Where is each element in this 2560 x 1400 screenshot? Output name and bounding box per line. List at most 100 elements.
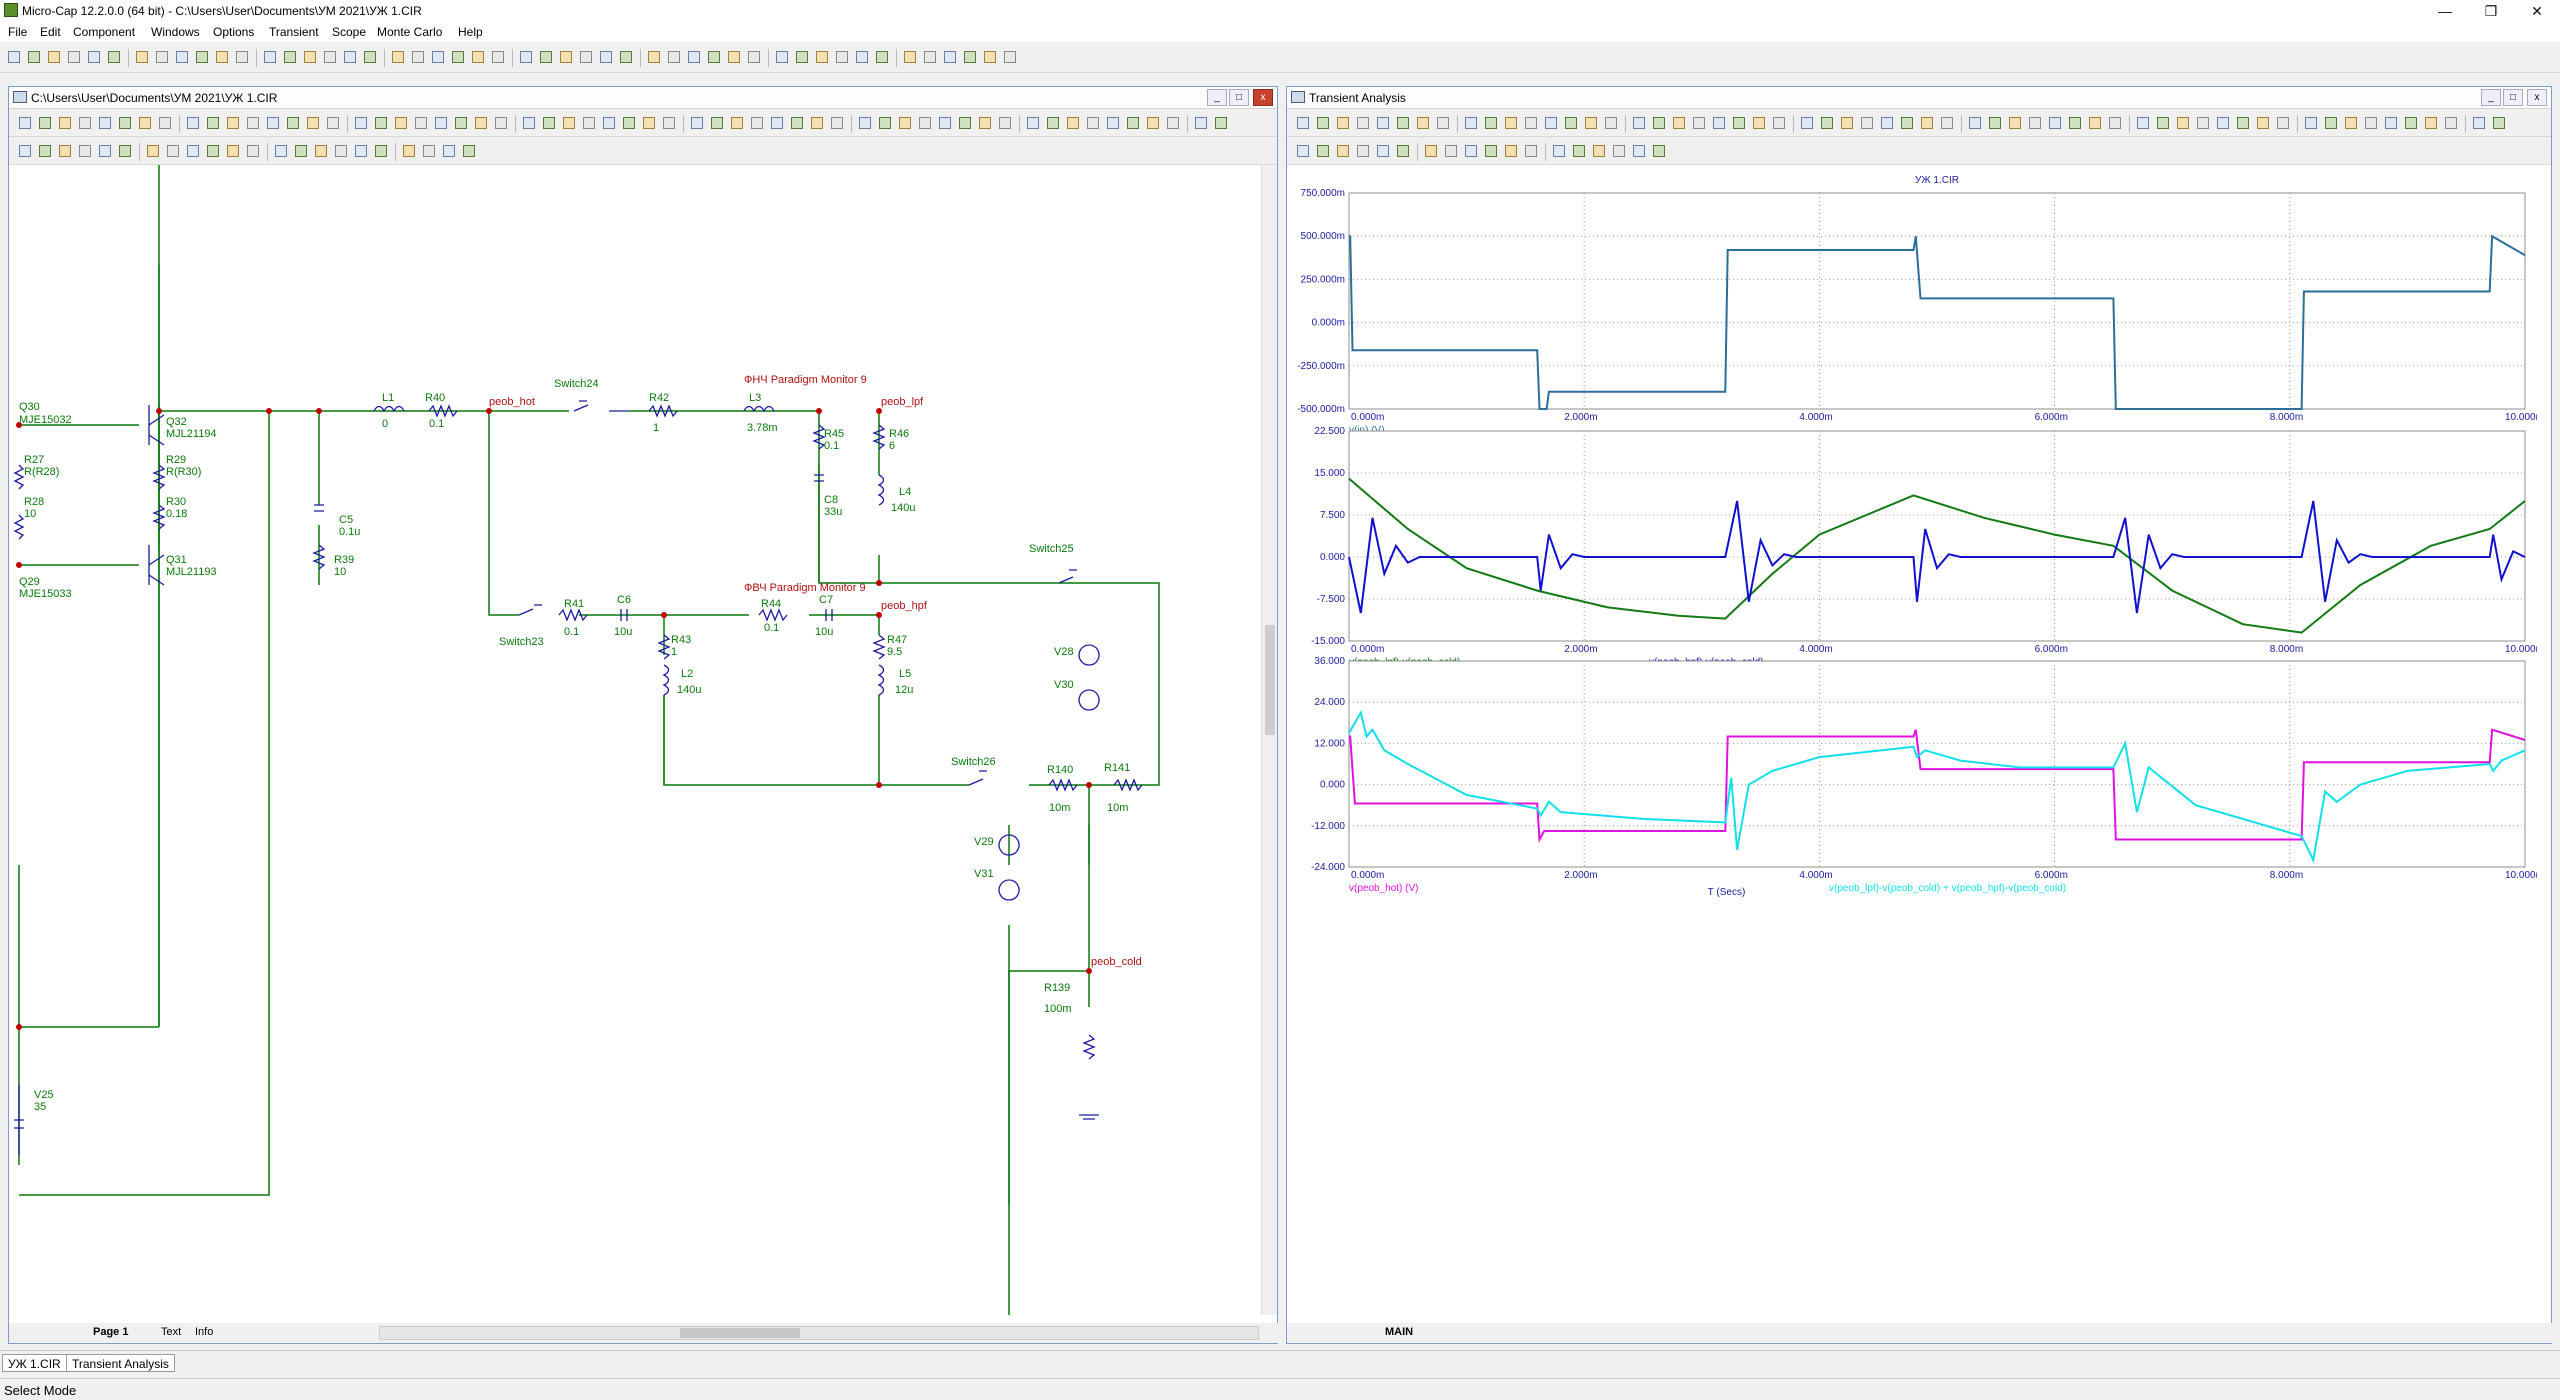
toolbar-button[interactable] [1523, 115, 1539, 131]
restore-button[interactable]: ❐ [2468, 0, 2514, 22]
toolbar-button[interactable] [185, 143, 201, 159]
toolbar-button[interactable] [106, 49, 122, 65]
toolbar-button[interactable] [450, 49, 466, 65]
toolbar-button[interactable] [333, 143, 349, 159]
toolbar-button[interactable] [2067, 115, 2083, 131]
toolbar-button[interactable] [521, 115, 537, 131]
menu-file[interactable]: File [8, 25, 27, 39]
toolbar-button[interactable] [1651, 115, 1667, 131]
toolbar-button[interactable] [854, 49, 870, 65]
toolbar-button[interactable] [262, 49, 278, 65]
schematic-close-button[interactable]: x [1253, 89, 1273, 106]
toolbar-button[interactable] [834, 49, 850, 65]
transient-minimize-button[interactable]: _ [2481, 89, 2501, 106]
toolbar-button[interactable] [1483, 143, 1499, 159]
toolbar-button[interactable] [353, 115, 369, 131]
toolbar-button[interactable] [857, 115, 873, 131]
toolbar-button[interactable] [1583, 115, 1599, 131]
toolbar-button[interactable] [814, 49, 830, 65]
toolbar-button[interactable] [6, 49, 22, 65]
toolbar-button[interactable] [66, 49, 82, 65]
schematic-hscrollbar[interactable] [379, 1326, 1259, 1340]
toolbar-button[interactable] [997, 115, 1013, 131]
toolbar-button[interactable] [342, 49, 358, 65]
toolbar-button[interactable] [729, 115, 745, 131]
toolbar-button[interactable] [373, 143, 389, 159]
toolbar-button[interactable] [1145, 115, 1161, 131]
toolbar-button[interactable] [666, 49, 682, 65]
toolbar-button[interactable] [1591, 143, 1607, 159]
toolbar-button[interactable] [413, 115, 429, 131]
toolbar-button[interactable] [2047, 115, 2063, 131]
toolbar-button[interactable] [578, 49, 594, 65]
toolbar-button[interactable] [749, 115, 765, 131]
minimize-button[interactable]: — [2422, 0, 2468, 22]
toolbar-button[interactable] [2403, 115, 2419, 131]
toolbar-button[interactable] [1967, 115, 1983, 131]
toolbar-button[interactable] [1651, 143, 1667, 159]
toolbar-button[interactable] [2343, 115, 2359, 131]
toolbar-button[interactable] [2235, 115, 2251, 131]
toolbar-button[interactable] [1335, 115, 1351, 131]
toolbar-button[interactable] [962, 49, 978, 65]
toolbar-button[interactable] [1711, 115, 1727, 131]
toolbar-button[interactable] [1193, 115, 1209, 131]
toolbar-button[interactable] [917, 115, 933, 131]
toolbar-button[interactable] [1603, 115, 1619, 131]
toolbar-button[interactable] [2215, 115, 2231, 131]
toolbar-button[interactable] [1105, 115, 1121, 131]
toolbar-button[interactable] [57, 115, 73, 131]
close-button[interactable]: ✕ [2514, 0, 2560, 22]
toolbar-button[interactable] [1731, 115, 1747, 131]
toolbar-button[interactable] [686, 49, 702, 65]
schematic-hscroll-thumb[interactable] [680, 1328, 800, 1338]
toolbar-button[interactable] [942, 49, 958, 65]
toolbar-button[interactable] [245, 115, 261, 131]
menu-scope[interactable]: Scope [332, 25, 366, 39]
toolbar-button[interactable] [1503, 143, 1519, 159]
toolbar-button[interactable] [902, 49, 918, 65]
toolbar-button[interactable] [157, 115, 173, 131]
toolbar-button[interactable] [430, 49, 446, 65]
doc-tab-circuit[interactable]: УЖ 1.CIR [2, 1354, 67, 1372]
toolbar-button[interactable] [165, 143, 181, 159]
toolbar-button[interactable] [1859, 115, 1875, 131]
toolbar-button[interactable] [17, 115, 33, 131]
toolbar-button[interactable] [17, 143, 33, 159]
toolbar-button[interactable] [1551, 143, 1567, 159]
toolbar-button[interactable] [1819, 115, 1835, 131]
tab-info[interactable]: Info [191, 1325, 217, 1341]
toolbar-button[interactable] [373, 115, 389, 131]
toolbar-button[interactable] [2255, 115, 2271, 131]
toolbar-button[interactable] [401, 143, 417, 159]
menu-transient[interactable]: Transient [269, 25, 319, 39]
toolbar-button[interactable] [661, 115, 677, 131]
toolbar-button[interactable] [897, 115, 913, 131]
toolbar-button[interactable] [1631, 143, 1647, 159]
toolbar-button[interactable] [154, 49, 170, 65]
toolbar-button[interactable] [2087, 115, 2103, 131]
toolbar-button[interactable] [769, 115, 785, 131]
toolbar-button[interactable] [2471, 115, 2487, 131]
toolbar-button[interactable] [581, 115, 597, 131]
schematic-minimize-button[interactable]: _ [1207, 89, 1227, 106]
toolbar-button[interactable] [393, 115, 409, 131]
toolbar-button[interactable] [809, 115, 825, 131]
tab-page-1[interactable]: Page 1 [89, 1325, 132, 1341]
toolbar-button[interactable] [205, 115, 221, 131]
toolbar-button[interactable] [558, 49, 574, 65]
toolbar-button[interactable] [285, 115, 301, 131]
toolbar-button[interactable] [2423, 115, 2439, 131]
toolbar-button[interactable] [2195, 115, 2211, 131]
toolbar-button[interactable] [305, 115, 321, 131]
toolbar-button[interactable] [1503, 115, 1519, 131]
toolbar-button[interactable] [470, 49, 486, 65]
transient-maximize-button[interactable]: □ [2503, 89, 2523, 106]
toolbar-button[interactable] [57, 143, 73, 159]
toolbar-button[interactable] [937, 115, 953, 131]
tab-text[interactable]: Text [157, 1325, 185, 1341]
toolbar-button[interactable] [441, 143, 457, 159]
toolbar-button[interactable] [461, 143, 477, 159]
toolbar-button[interactable] [1483, 115, 1499, 131]
toolbar-button[interactable] [1165, 115, 1181, 131]
